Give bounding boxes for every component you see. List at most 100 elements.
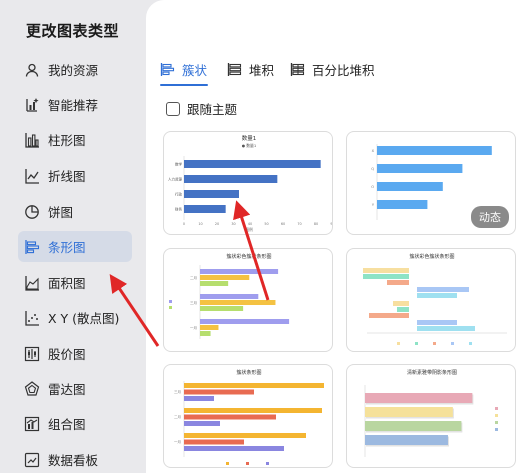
- follow-theme-checkbox[interactable]: [166, 101, 180, 116]
- line-chart-icon: [24, 168, 40, 184]
- follow-theme-label: 跟随主题: [187, 102, 238, 117]
- thumb-title: 簇状彩色簇状条形图: [409, 253, 454, 260]
- thumb-tick-label: 90: [330, 222, 333, 226]
- thumb-tick-label: 50: [264, 222, 268, 226]
- chart-template-card[interactable]: 数量1 ● 数量1 数学人力资源行政财务 0 10 20 30 40 50 60 70 80 90…: [163, 131, 333, 235]
- diverging-bar-thumbnail: 簇状彩色簇状条形图: [363, 253, 507, 345]
- thumb-bar: [200, 325, 219, 330]
- pie-chart-icon: [24, 204, 40, 220]
- thumb-bar: [184, 408, 322, 413]
- thumb-bar: [200, 306, 244, 311]
- radar-chart-icon: [24, 380, 40, 397]
- sidebar-item-label: 折线图: [48, 169, 86, 184]
- dialog-title: 更改图表类型: [26, 22, 120, 40]
- tab-clustered[interactable]: 簇状: [160, 60, 207, 79]
- chart-template-card[interactable]: X Q O Y 动态: [346, 131, 516, 235]
- follow-theme-option[interactable]: 跟随主题: [166, 99, 237, 118]
- sidebar-item-bar[interactable]: 条形图: [18, 231, 132, 262]
- thumb-tick-label: 30: [231, 222, 235, 226]
- thumb-title: 清新素雅带阴影条形图: [407, 369, 457, 376]
- percent-stacked-bar-icon: [290, 62, 305, 77]
- sidebar-item-radar[interactable]: 雷达图: [18, 373, 132, 404]
- tab-stacked[interactable]: 堆积: [227, 60, 274, 79]
- thumb-tick-label: 60: [281, 222, 285, 226]
- bar-chart-icon: [24, 239, 40, 255]
- thumb-tick-label: 20: [215, 222, 219, 226]
- thumb-tick-label: 40: [248, 222, 252, 226]
- thumb-bar: [200, 331, 211, 336]
- thumb-legend: ● 数量1: [242, 143, 257, 148]
- thumb-bar: [184, 190, 239, 198]
- thumb-bar: [184, 175, 278, 183]
- thumb-bar: [365, 393, 473, 403]
- tab-label: 堆积: [249, 63, 275, 78]
- sidebar-item-label: 饼图: [48, 205, 74, 220]
- thumb-category-label: 行政: [175, 192, 182, 197]
- thumb-bar: [200, 294, 259, 299]
- sidebar-item-line[interactable]: 折线图: [18, 160, 132, 191]
- bar-chart-thumbnail: 数量1 ● 数量1 数学人力资源行政财务 0 10 20 30 40 50 60 70 80 90…: [168, 134, 333, 232]
- thumb-tick-label: 10: [198, 222, 202, 226]
- thumb-bar: [184, 160, 321, 168]
- thumb-tick-label: 0: [183, 222, 185, 226]
- sidebar-item-label: 条形图: [48, 240, 86, 255]
- chart-template-card[interactable]: 清新素雅带阴影条形图: [346, 364, 516, 468]
- chart-template-card[interactable]: 簇状条形图 三月 二月 一月: [163, 364, 333, 468]
- sidebar-item-label: 股价图: [48, 347, 86, 362]
- thumb-bar: [200, 269, 279, 274]
- thumb-bar: [365, 435, 448, 445]
- thumb-bar: [184, 414, 276, 420]
- sidebar-item-area[interactable]: 面积图: [18, 267, 132, 298]
- scatter-chart-icon: [24, 310, 40, 326]
- stock-chart-icon: [24, 346, 40, 362]
- thumb-bar: [184, 446, 284, 451]
- thumb-category-label: 二月: [174, 414, 181, 419]
- sidebar-item-dashboard[interactable]: 数据看板: [18, 444, 132, 473]
- sidebar-item-scatter[interactable]: X Y (散点图): [18, 302, 132, 333]
- sidebar-item-column[interactable]: 柱形图: [18, 124, 132, 155]
- thumb-category-label: 人力资源: [168, 177, 182, 182]
- thumb-category-label: 三月: [174, 389, 181, 394]
- thumb-category-label: Y: [372, 203, 375, 207]
- sidebar-item-label: 我的资源: [48, 63, 99, 78]
- sidebar-item-combo[interactable]: 组合图: [18, 408, 132, 439]
- thumb-category-label: X: [372, 149, 375, 153]
- clustered-bar-thumbnail: 簇状条形图 三月二月一月: [174, 369, 324, 465]
- sidebar-item-stock[interactable]: 股价图: [18, 338, 132, 369]
- sidebar-item-smart-recommend[interactable]: 智能推荐: [18, 89, 132, 120]
- thumb-bar: [200, 281, 229, 286]
- sidebar-item-label: 柱形图: [48, 133, 86, 148]
- chart-template-card[interactable]: 簇状彩色簇状条形图: [346, 248, 516, 352]
- thumb-tick-label: 80: [314, 222, 318, 226]
- combo-chart-icon: [24, 416, 40, 432]
- thumb-category-label: 财务: [175, 207, 182, 212]
- thumb-bar: [184, 433, 306, 438]
- thumb-category-label: O: [371, 185, 374, 189]
- tab-percent-stacked[interactable]: 百分比堆积: [290, 60, 375, 79]
- user-icon: [24, 62, 40, 78]
- chart-template-card[interactable]: 簇状彩色簇状条形图 二月 三月 一月: [163, 248, 333, 352]
- thumb-axis-caption: 图例: [245, 227, 253, 232]
- active-tab-indicator: [160, 84, 208, 86]
- thumb-bar: [184, 439, 244, 445]
- thumb-tick-label: 70: [297, 222, 301, 226]
- thumb-bar: [200, 275, 250, 280]
- thumb-category-label: 一月: [174, 439, 181, 444]
- dashboard-icon: [24, 452, 40, 468]
- thumb-bar: [184, 205, 226, 213]
- sidebar-item-my-resources[interactable]: 我的资源: [18, 54, 132, 85]
- clustered-bar-icon: [160, 62, 175, 77]
- sidebar-item-label: 组合图: [48, 417, 86, 432]
- sidebar-item-label: X Y (散点图): [48, 311, 120, 326]
- sidebar-item-label: 雷达图: [48, 382, 86, 397]
- smart-recommend-icon: [24, 97, 40, 113]
- thumb-category-label: Q: [371, 167, 374, 171]
- thumb-bar: [184, 396, 214, 401]
- thumb-bar: [377, 164, 463, 173]
- thumb-category-label: 二月: [190, 275, 197, 280]
- thumb-bar: [200, 319, 290, 324]
- thumb-bar: [184, 389, 254, 395]
- sidebar-item-pie[interactable]: 饼图: [18, 196, 132, 227]
- thumb-bar: [377, 146, 492, 155]
- thumb-bar: [365, 421, 462, 431]
